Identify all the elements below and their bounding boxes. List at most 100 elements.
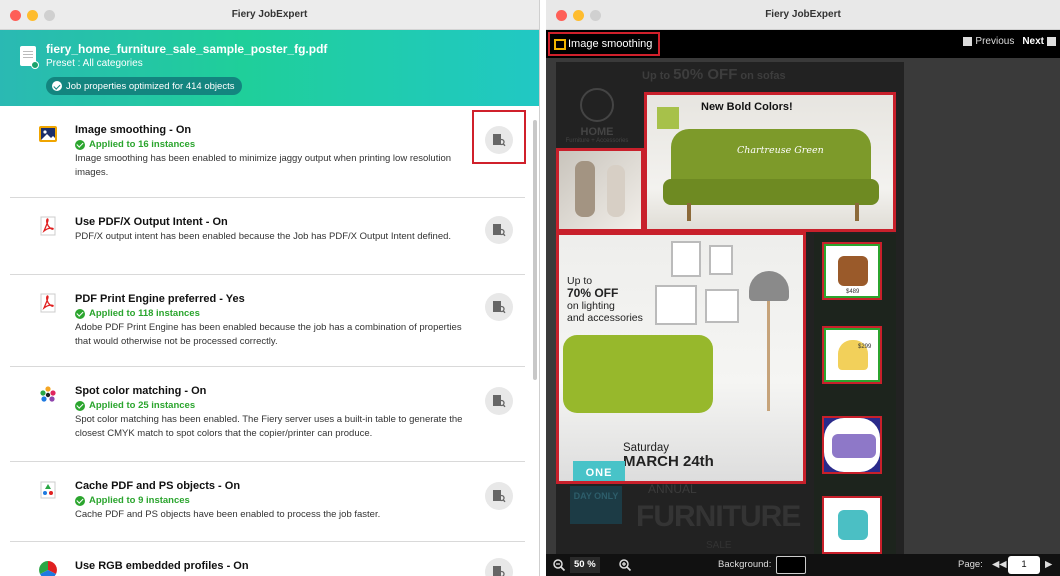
zoom-out-icon[interactable] [552, 558, 566, 572]
previous-label: Previous [975, 36, 1015, 47]
preview-button[interactable] [485, 482, 513, 510]
applied-status: Applied to 16 instances [75, 139, 470, 150]
item-description: Adobe PDF Print Engine has been enabled … [75, 322, 462, 347]
applied-status: Applied to 25 instances [75, 400, 470, 411]
pdf-document-icon [20, 46, 39, 69]
next-page-icon[interactable]: ▶ [1045, 559, 1052, 570]
sale-text: SALE [706, 540, 732, 551]
highlighted-image-couple [556, 148, 644, 232]
one-day-badge: ONE [573, 461, 625, 481]
highlight-box [472, 110, 526, 164]
next-button[interactable]: Next [1022, 36, 1056, 47]
new-colors-text: New Bold Colors! [701, 101, 793, 113]
green-check-icon [75, 308, 85, 319]
preview-document-icon [493, 490, 506, 503]
background-color-picker[interactable] [776, 556, 806, 574]
item-title: Use PDF/X Output Intent - On [75, 216, 228, 228]
highlighted-thumb-teal-chair [822, 496, 882, 554]
sale-date: Saturday MARCH 24th [623, 441, 714, 470]
feature-label: Image smoothing [548, 32, 661, 56]
applied-status: Applied to 118 instances [75, 308, 470, 319]
home-logo-sub: Furniture + Accessories [565, 138, 629, 144]
preview-document-icon [493, 301, 506, 314]
list-item: Image smoothing - On Applied to 16 insta… [10, 106, 526, 198]
preview-document-icon [493, 224, 506, 237]
page-number-input[interactable]: 1 [1008, 556, 1040, 574]
zoom-window-button[interactable] [590, 10, 601, 21]
poster-page: Up to 50% OFF on sofas HOME Furniture + … [556, 62, 904, 554]
check-circle-icon [52, 81, 62, 91]
list-item: PDF Print Engine preferred - Yes Applied… [10, 275, 525, 367]
list-item: Spot color matching - On Applied to 25 i… [10, 367, 525, 462]
product-thumbnail-strip: $489 $299 [814, 234, 896, 554]
price-armchair: $489 [846, 289, 860, 295]
highlighted-thumb-chair: $299 [822, 326, 882, 384]
date-text: MARCH 24th [623, 453, 714, 470]
highlighted-image-living-room: Up to 70% OFF on lighting and accessorie… [556, 232, 806, 484]
item-description: Image smoothing has been enabled to mini… [75, 153, 452, 178]
job-header: fiery_home_furniture_sale_sample_poster_… [0, 30, 539, 106]
zoom-window-button[interactable] [44, 10, 55, 21]
banner-discount: 50% OFF [673, 66, 738, 83]
banner-post: on sofas [737, 70, 786, 82]
rgb-profile-icon [38, 560, 58, 576]
job-filename: fiery_home_furniture_sale_sample_poster_… [46, 42, 328, 56]
first-page-icon[interactable]: ◀◀ [992, 559, 1007, 570]
item-title: Image smoothing - On [75, 124, 192, 136]
preview-toolbar: Image smoothing Previous Next [546, 30, 1060, 58]
arrow-left-icon [963, 37, 973, 46]
arrow-right-icon [1047, 37, 1056, 46]
preview-document-icon [493, 566, 505, 576]
applied-text: Applied to 9 instances [89, 495, 190, 506]
close-window-button[interactable] [556, 10, 567, 21]
lighting-line1: on lighting [567, 300, 615, 312]
one-day-only-text: DAY ONLY [570, 486, 622, 524]
preview-canvas[interactable]: Up to 50% OFF on sofas HOME Furniture + … [546, 58, 1060, 554]
optimization-list: Image smoothing - On Applied to 16 insta… [10, 106, 526, 576]
right-titlebar: Fiery JobExpert [546, 0, 1060, 30]
poster-banner: Up to 50% OFF on sofas [642, 66, 892, 88]
close-window-button[interactable] [10, 10, 21, 21]
next-label: Next [1022, 36, 1044, 47]
cache-icon [38, 480, 58, 500]
list-item: Use PDF/X Output Intent - On PDF/X outpu… [10, 198, 525, 275]
preview-button[interactable] [485, 216, 513, 244]
item-title: Use RGB embedded profiles - On [75, 560, 249, 572]
preview-document-icon [493, 395, 506, 408]
preview-button[interactable] [485, 558, 513, 576]
background-label: Background: [718, 559, 772, 570]
minimize-window-button[interactable] [573, 10, 584, 21]
left-titlebar: Fiery JobExpert [0, 0, 539, 30]
navigation: Previous Next [963, 36, 1056, 47]
highlighted-image-sofa: New Bold Colors! Chartreuse Green [644, 92, 896, 232]
pdf-icon [38, 216, 58, 236]
window-title: Fiery JobExpert [231, 9, 308, 20]
item-description: Cache PDF and PS objects have been enabl… [75, 509, 381, 520]
color-name-text: Chartreuse Green [737, 145, 824, 156]
price-chair: $299 [858, 344, 872, 350]
vertical-scrollbar[interactable] [533, 120, 537, 380]
jobexpert-preview-window: Fiery JobExpert Image smoothing Previous… [546, 0, 1060, 576]
page-label: Page: [958, 559, 983, 570]
green-check-icon [75, 139, 85, 150]
zoom-in-icon[interactable] [618, 558, 632, 572]
zoom-level[interactable]: 50 % [570, 557, 600, 573]
item-description: Spot color matching has been enabled. Th… [75, 414, 463, 439]
applied-status: Applied to 9 instances [75, 495, 470, 506]
home-logo-text: HOME [580, 126, 614, 138]
jobexpert-report-window: Fiery JobExpert fiery_home_furniture_sal… [0, 0, 540, 576]
image-icon [38, 124, 58, 144]
applied-text: Applied to 118 instances [89, 308, 200, 319]
minimize-window-button[interactable] [27, 10, 38, 21]
feature-label-text: Image smoothing [568, 38, 653, 50]
highlighted-thumb-sofa [822, 416, 882, 474]
previous-button[interactable]: Previous [963, 36, 1014, 47]
list-item: Cache PDF and PS objects - On Applied to… [10, 462, 525, 542]
lighting-line2: and accessories [567, 312, 643, 324]
annual-text: ANNUAL [648, 482, 697, 496]
preview-button[interactable] [485, 293, 513, 321]
highlighted-thumb-armchair: $489 [822, 242, 882, 300]
item-title: Cache PDF and PS objects - On [75, 480, 241, 492]
preview-button[interactable] [485, 387, 513, 415]
optimized-text: Job properties optimized for 414 objects [66, 80, 235, 92]
